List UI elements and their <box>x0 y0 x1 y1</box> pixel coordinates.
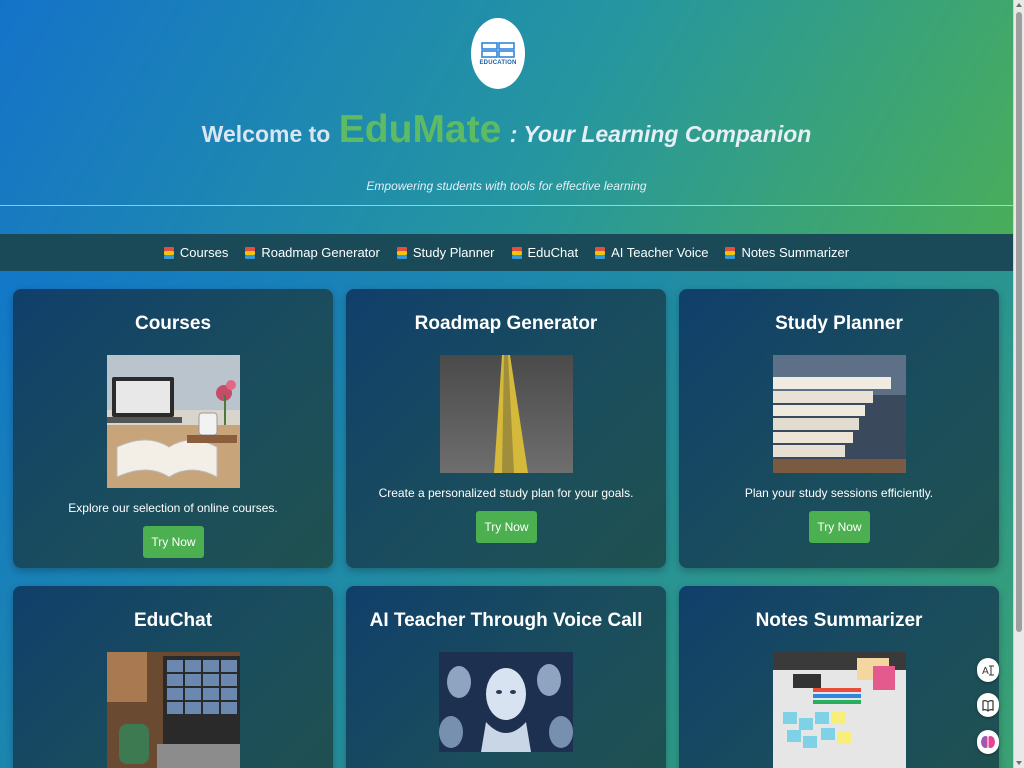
try-now-button[interactable]: Try Now <box>143 526 204 558</box>
card-description: Create a personalized study plan for you… <box>378 486 634 500</box>
page: EDUCATION Welcome to EduMate : Your Lear… <box>0 0 1013 768</box>
education-logo: EDUCATION <box>471 18 525 89</box>
book-icon[interactable] <box>977 693 999 717</box>
sticky-notes-photo <box>773 652 906 768</box>
vertical-scrollbar[interactable] <box>1013 0 1024 768</box>
nav-item-notes-summarizer[interactable]: Notes Summarizer <box>725 245 849 260</box>
books-icon <box>511 246 522 259</box>
scroll-up-arrow-icon[interactable] <box>1016 3 1022 7</box>
books-icon <box>245 246 256 259</box>
card-educhat: EduChat <box>13 586 333 768</box>
card-title: Courses <box>134 313 212 334</box>
hero-header: EDUCATION Welcome to EduMate : Your Lear… <box>0 0 1013 234</box>
book-logo-icon <box>481 41 515 58</box>
card-title: Notes Summarizer <box>755 610 923 631</box>
nav-item-label: Roadmap Generator <box>261 245 380 260</box>
books-icon <box>163 246 174 259</box>
card-title: Study Planner <box>775 313 903 334</box>
main-nav: Courses Roadmap Generator Study Planner … <box>0 234 1013 271</box>
video-call-laptop-photo <box>107 652 240 768</box>
books-icon <box>396 246 407 259</box>
card-title: EduChat <box>133 610 213 631</box>
try-now-button[interactable]: Try Now <box>809 511 870 543</box>
book-stack-photo <box>773 355 906 473</box>
books-icon <box>725 246 736 259</box>
svg-text:A: A <box>982 666 989 677</box>
nav-item-educhat[interactable]: EduChat <box>511 245 579 260</box>
card-notes-summarizer: Notes Summarizer <box>679 586 999 768</box>
card-roadmap-generator: Roadmap Generator Create a personalized … <box>346 289 666 568</box>
try-now-button[interactable]: Try Now <box>476 511 537 543</box>
nav-item-label: AI Teacher Voice <box>611 245 709 260</box>
welcome-suffix: : Your Learning Companion <box>509 121 812 147</box>
scroll-down-arrow-icon[interactable] <box>1016 761 1022 765</box>
nav-item-label: EduChat <box>527 245 579 260</box>
nav-item-label: Courses <box>179 245 229 260</box>
page-title: Welcome to EduMate : Your Learning Compa… <box>0 108 1013 152</box>
road-photo <box>440 355 573 473</box>
logo-text: EDUCATION <box>479 59 517 66</box>
tagline: Empowering students with tools for effec… <box>366 179 647 193</box>
nav-item-study-planner[interactable]: Study Planner <box>396 245 495 260</box>
card-description: Plan your study sessions efficiently. <box>744 486 934 500</box>
scrollbar-thumb[interactable] <box>1016 12 1022 632</box>
card-study-planner: Study Planner Plan your study sessions e… <box>679 289 999 568</box>
nav-item-roadmap-generator[interactable]: Roadmap Generator <box>245 245 380 260</box>
divider <box>0 205 1013 206</box>
card-description: Explore our selection of online courses. <box>68 501 278 515</box>
card-title: Roadmap Generator <box>414 313 598 334</box>
feature-cards: Courses Explore our selection of online … <box>0 271 1013 768</box>
books-icon <box>595 246 606 259</box>
card-ai-teacher: AI Teacher Through Voice Call <box>346 586 666 768</box>
card-courses: Courses Explore our selection of online … <box>13 289 333 568</box>
nav-item-label: Study Planner <box>412 245 495 260</box>
robot-photo <box>439 652 573 752</box>
nav-item-courses[interactable]: Courses <box>163 245 229 260</box>
nav-item-ai-teacher-voice[interactable]: AI Teacher Voice <box>595 245 708 260</box>
nav-item-label: Notes Summarizer <box>741 245 850 260</box>
translate-icon[interactable]: A <box>977 658 999 682</box>
card-title: AI Teacher Through Voice Call <box>369 610 643 631</box>
brain-icon[interactable] <box>977 730 999 754</box>
brand-name: EduMate <box>338 108 502 151</box>
laptop-desk-photo <box>107 355 240 488</box>
welcome-prefix: Welcome to <box>201 121 331 147</box>
